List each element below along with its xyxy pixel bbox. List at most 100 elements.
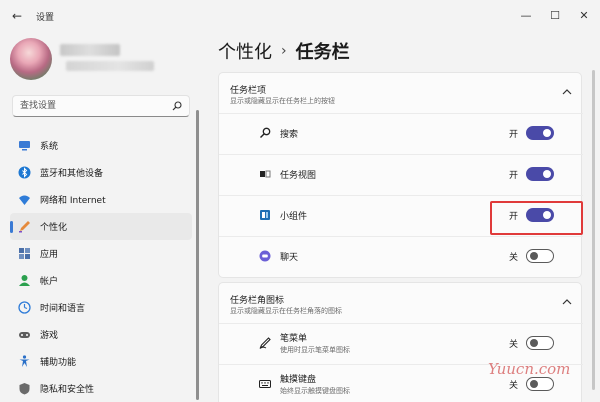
setting-description: 始终显示触摸键盘图标 bbox=[280, 387, 350, 395]
toggle-state-text: 关 bbox=[509, 381, 519, 391]
apps-icon bbox=[19, 248, 30, 259]
accounts-icon bbox=[19, 275, 30, 286]
accessibility-icon bbox=[19, 355, 30, 367]
breadcrumb-separator: › bbox=[281, 43, 287, 59]
toggle-state-text: 开 bbox=[509, 171, 519, 181]
toggle-state-text: 开 bbox=[509, 130, 519, 140]
sidebar-item-label: 游戏 bbox=[40, 331, 59, 341]
app-title: 设置 bbox=[36, 13, 55, 23]
privacy-shield-icon bbox=[19, 383, 30, 395]
toggle-state-text: 关 bbox=[509, 340, 519, 350]
setting-row-search: 搜索 开 bbox=[219, 113, 583, 152]
title-bar: ← 设置 — ☐ ✕ bbox=[0, 0, 600, 32]
toggle-knob bbox=[530, 252, 538, 260]
sidebar-item-time-language[interactable]: 时间和语言 bbox=[10, 294, 192, 321]
sidebar-item-accessibility[interactable]: 辅助功能 bbox=[10, 348, 192, 375]
toggle-switch[interactable] bbox=[526, 167, 554, 181]
sidebar-item-label: 系统 bbox=[40, 142, 59, 152]
setting-row-chat: 聊天 关 bbox=[219, 236, 583, 275]
toggle-switch[interactable] bbox=[526, 249, 554, 263]
avatar bbox=[10, 38, 52, 80]
sidebar-item-bluetooth[interactable]: 蓝牙和其他设备 bbox=[10, 159, 192, 186]
page-title: 任务栏 bbox=[295, 42, 350, 63]
taskbar-items-section: 任务栏项 显示或隐藏显示在任务栏上的按钮 搜索开任务视图开小组件开聊天关 bbox=[218, 72, 583, 278]
section-description: 显示或隐藏显示在任务栏上的按钮 bbox=[230, 97, 335, 105]
setting-row-widgets: 小组件开 bbox=[219, 195, 583, 235]
taskbar-corner-icons-section: 任务栏角图标 显示或隐藏显示在任务栏角落的图标 笔菜单 使用时显示笔菜单图标关触摸… bbox=[218, 282, 583, 402]
breadcrumb: 个性化 › 任务栏 bbox=[218, 36, 350, 66]
section-title: 任务栏角图标 bbox=[230, 296, 285, 306]
section-title: 任务栏项 bbox=[230, 86, 267, 96]
minimize-icon: — bbox=[520, 8, 532, 22]
sidebar-item-label: 时间和语言 bbox=[40, 304, 86, 314]
keyboard-icon bbox=[259, 380, 271, 388]
search-icon bbox=[260, 127, 271, 138]
profile-name-blurred bbox=[60, 44, 120, 56]
sidebar-item-label: 辅助功能 bbox=[40, 358, 77, 368]
chevron-up-icon[interactable] bbox=[561, 87, 573, 97]
sidebar-nav: 系统蓝牙和其他设备 网络和 Internet 个性化应用帐户时间和语言游戏辅助功能隐… bbox=[10, 132, 192, 402]
toggle-switch[interactable] bbox=[526, 126, 554, 140]
taskbar-items-header[interactable]: 任务栏项 显示或隐藏显示在任务栏上的按钮 bbox=[219, 73, 583, 113]
sidebar-item-label: 隐私和安全性 bbox=[40, 385, 95, 395]
setting-label: 聊天 bbox=[280, 253, 299, 263]
section-description: 显示或隐藏显示在任务栏角落的图标 bbox=[230, 307, 342, 315]
sidebar-item-apps[interactable]: 应用 bbox=[10, 240, 192, 267]
setting-label: 笔菜单 bbox=[280, 334, 308, 344]
setting-description: 使用时显示笔菜单图标 bbox=[280, 346, 350, 354]
highlight-box bbox=[490, 201, 583, 235]
search-input[interactable] bbox=[13, 96, 163, 116]
time-language-icon bbox=[18, 301, 31, 314]
personalization-icon bbox=[19, 221, 30, 233]
toggle-switch[interactable] bbox=[526, 336, 554, 350]
setting-row-pen: 笔菜单使用时显示笔菜单图标 关 bbox=[219, 323, 583, 362]
user-profile[interactable] bbox=[10, 38, 200, 82]
setting-label: 触摸键盘 bbox=[280, 375, 317, 385]
sidebar-scrollbar[interactable] bbox=[196, 110, 199, 400]
sidebar-item-system[interactable]: 系统 bbox=[10, 132, 192, 159]
widgets-icon bbox=[260, 210, 270, 220]
taskbar-corner-header[interactable]: 任务栏角图标 显示或隐藏显示在任务栏角落的图标 bbox=[219, 283, 583, 323]
toggle-state-text: 关 bbox=[509, 253, 519, 263]
toggle-knob bbox=[530, 339, 538, 347]
breadcrumb-parent[interactable]: 个性化 bbox=[218, 38, 272, 64]
maximize-icon: ☐ bbox=[550, 8, 560, 22]
chevron-up-icon[interactable] bbox=[561, 297, 573, 307]
close-icon: ✕ bbox=[579, 8, 589, 22]
setting-label: 小组件 bbox=[280, 212, 308, 222]
gaming-icon bbox=[19, 332, 30, 338]
bluetooth-icon bbox=[18, 166, 31, 179]
sidebar-item-label: 个性化 bbox=[40, 223, 68, 233]
pen-icon bbox=[259, 337, 271, 349]
sidebar-item-accounts[interactable]: 帐户 bbox=[10, 267, 192, 294]
setting-label: 任务视图 bbox=[280, 171, 317, 181]
profile-email-blurred bbox=[66, 61, 154, 71]
watermark: Yuucn.com bbox=[488, 360, 571, 378]
network-icon bbox=[19, 195, 30, 205]
sidebar-item-label: 蓝牙和其他设备 bbox=[40, 169, 104, 179]
sidebar-item-gaming[interactable]: 游戏 bbox=[10, 321, 192, 348]
task-view-icon bbox=[260, 170, 271, 178]
toggle-knob bbox=[543, 129, 551, 137]
back-button[interactable]: ← bbox=[6, 6, 28, 26]
sidebar-item-personalization[interactable]: 个性化 bbox=[10, 213, 192, 240]
chat-icon bbox=[259, 250, 271, 262]
toggle-knob bbox=[543, 170, 551, 178]
close-button[interactable]: ✕ bbox=[570, 4, 598, 26]
search-box[interactable] bbox=[12, 95, 190, 117]
main-scrollbar[interactable] bbox=[592, 70, 595, 390]
toggle-knob bbox=[530, 380, 538, 388]
minimize-button[interactable]: — bbox=[512, 4, 540, 26]
sidebar-item-label: 网络和 Internet bbox=[40, 196, 106, 206]
sidebar-item-label: 应用 bbox=[40, 250, 59, 260]
setting-label: 搜索 bbox=[280, 130, 299, 140]
toggle-switch[interactable] bbox=[526, 377, 554, 391]
search-icon[interactable] bbox=[172, 101, 182, 111]
setting-row-task-view: 任务视图 开 bbox=[219, 154, 583, 193]
back-arrow-icon: ← bbox=[11, 9, 23, 23]
sidebar-item-label: 帐户 bbox=[40, 277, 59, 287]
sidebar-item-network[interactable]: 网络和 Internet bbox=[10, 186, 192, 213]
maximize-button[interactable]: ☐ bbox=[541, 4, 569, 26]
system-icon bbox=[19, 141, 30, 151]
sidebar-item-privacy-shield[interactable]: 隐私和安全性 bbox=[10, 375, 192, 402]
